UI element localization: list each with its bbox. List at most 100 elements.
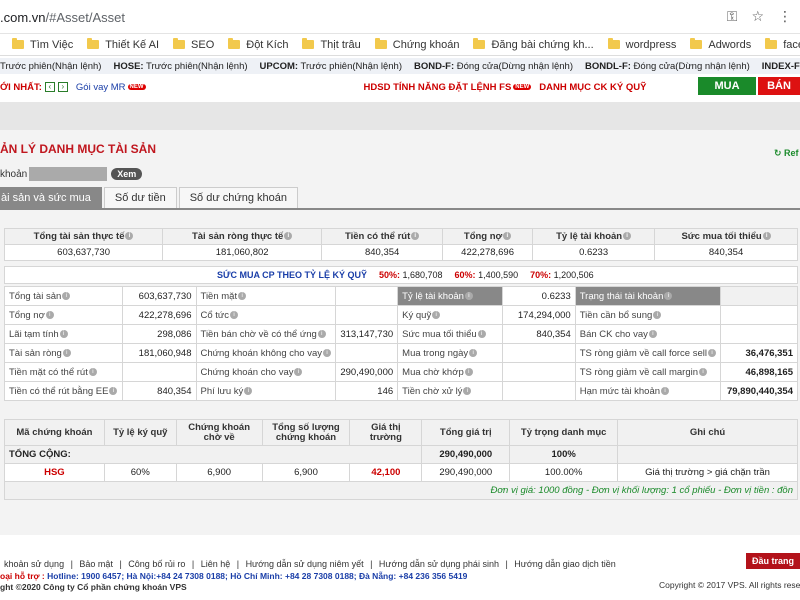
info-icon[interactable]: i <box>45 310 54 319</box>
detail-value: 840,354 <box>121 381 197 401</box>
summary-value: 840,354 <box>654 244 798 261</box>
bookmark-item[interactable]: Thịt trâu <box>302 38 361 51</box>
bookmark-label: Chứng khoán <box>392 38 460 51</box>
info-icon[interactable]: i <box>699 367 708 376</box>
info-icon[interactable]: i <box>648 329 657 338</box>
info-icon[interactable]: i <box>432 310 441 319</box>
summary-header: Tổng nợ i <box>442 228 534 245</box>
tab-assets-buying-power[interactable]: ài sản và sức mua <box>0 187 102 208</box>
footer-link[interactable]: Hướng dẫn sử dụng niêm yết <box>246 559 364 569</box>
holding-row[interactable]: HSG 60% 6,900 6,900 42,100 290,490,000 100.00%… <box>4 463 798 482</box>
url-path: /#Asset/Asset <box>45 10 125 25</box>
footer-link[interactable]: Hướng dẫn sử dụng phái sinh <box>379 559 499 569</box>
info-icon[interactable]: i <box>464 367 473 376</box>
bookmark-item[interactable]: Đột Kích <box>228 38 288 51</box>
bookmark-item[interactable]: Đăng bài chứng kh... <box>473 38 594 51</box>
detail-label-text: Tỷ lệ tài khoản <box>402 290 464 302</box>
margin-buying-power-row: SỨC MUA CP THEO TỶ LỆ KÝ QUỸ 50%: 1,680,… <box>4 266 798 284</box>
star-icon[interactable]: ☆ <box>751 8 764 25</box>
tab-securities-balance[interactable]: Số dư chứng khoán <box>178 187 298 208</box>
footer-link[interactable]: Liên hệ <box>201 559 231 569</box>
detail-label: Tỷ lệ tài khoản i <box>397 286 504 306</box>
margin-list-link[interactable]: DANH MỤC CK KÝ QUỸ <box>539 82 646 93</box>
hotline-label: oại hỗ trợ : <box>0 571 45 581</box>
ticker-status: Đóng cửa(Dừng nhận lệnh) <box>456 60 573 72</box>
folder-icon <box>473 38 486 49</box>
info-icon[interactable]: i <box>62 348 71 357</box>
details-row: Lãi tạm tính i 298,086 Tiền bán chờ về có t… <box>4 324 799 344</box>
info-icon[interactable]: i <box>707 348 716 357</box>
bookmark-label: facebook <box>783 38 800 51</box>
info-icon[interactable]: i <box>664 291 673 300</box>
bookmark-item[interactable]: Chứng khoán <box>374 38 460 51</box>
info-icon[interactable]: i <box>623 232 632 241</box>
key-icon[interactable]: ⚿ <box>727 8 738 25</box>
bookmark-label: Adwords <box>708 38 752 51</box>
bookmarks-bar: Tìm Việc Thiết Kế AI SEO Đột Kích Thịt trâu C… <box>0 34 800 56</box>
info-icon[interactable]: i <box>62 291 71 300</box>
footer-link[interactable]: khoản sử dụng <box>4 559 64 569</box>
detail-label-text: Bán CK cho vay <box>579 328 648 340</box>
footer-link[interactable]: Bảo mật <box>79 559 113 569</box>
footer-link[interactable]: Công bố rủi ro <box>128 559 185 569</box>
margin-item: 70%: 1,200,506 <box>530 270 594 280</box>
folder-icon <box>87 38 100 49</box>
info-icon[interactable]: i <box>244 386 253 395</box>
detail-label-text: Mua trong ngày <box>402 347 469 359</box>
footer-separator: | <box>502 559 511 569</box>
info-icon[interactable]: i <box>317 329 326 338</box>
info-icon[interactable]: i <box>284 232 293 241</box>
ticker-exchange: BONDL-F: <box>585 60 631 72</box>
fs-order-guide-link[interactable]: HDSD TÍNH NĂNG ĐẶT LỆNH FS <box>364 82 512 93</box>
info-icon[interactable]: i <box>653 310 662 319</box>
footer-link[interactable]: Hướng dẫn giao dịch tiền <box>514 559 616 569</box>
detail-value <box>502 343 576 363</box>
info-icon[interactable]: i <box>503 232 512 241</box>
view-button[interactable]: Xem <box>111 168 143 180</box>
details-row: Tổng nợ i 422,278,696 Cổ tức i Ký quỹ i 174,294… <box>4 305 799 325</box>
info-icon[interactable]: i <box>238 291 247 300</box>
ticker-item: INDEX-F: Đóng cửa(Dừng nhận lệnh) <box>762 61 800 72</box>
detail-label: TS ròng giảm về call force sell i <box>574 343 721 363</box>
info-icon[interactable]: i <box>323 348 331 357</box>
menu-icon[interactable]: ⋮ <box>778 8 792 25</box>
detail-value: 79,890,440,354 <box>719 381 799 401</box>
prev-arrow-icon[interactable]: ‹ <box>44 82 55 92</box>
info-icon[interactable]: i <box>463 386 472 395</box>
back-to-top-button[interactable]: Đầu trang <box>746 553 800 569</box>
bookmark-item[interactable]: Thiết Kế AI <box>87 38 160 51</box>
sell-button[interactable]: BÁN <box>758 77 800 95</box>
info-icon[interactable]: i <box>464 291 473 300</box>
bookmark-item[interactable]: SEO <box>173 38 214 51</box>
refresh-link[interactable]: ↻ Ref <box>774 148 799 159</box>
summary-header-label: Sức mua tối thiểu <box>681 231 762 242</box>
bookmark-item[interactable]: Adwords <box>690 38 752 51</box>
detail-label-text: Tổng nợ <box>9 309 45 321</box>
summary-value: 0.6233 <box>532 244 656 261</box>
info-icon[interactable]: i <box>294 367 303 376</box>
bookmark-item[interactable]: wordpress <box>607 38 676 51</box>
bookmark-item[interactable]: facebook <box>765 38 800 51</box>
address-bar[interactable]: .com.vn/#Asset/Asset <box>0 10 125 25</box>
info-icon[interactable]: i <box>109 386 118 395</box>
buy-button[interactable]: MUA <box>698 77 756 95</box>
info-icon[interactable]: i <box>230 310 239 319</box>
ticker-exchange: UPCOM: <box>259 60 299 72</box>
loan-mr-link[interactable]: Gói vay MR <box>76 82 126 93</box>
info-icon[interactable]: i <box>762 232 771 241</box>
tab-cash-balance[interactable]: Số dư tiền <box>103 187 177 208</box>
ticker-status: Trước phiên(Nhận lệnh) <box>300 60 403 72</box>
info-icon[interactable]: i <box>661 386 670 395</box>
info-icon[interactable]: i <box>469 348 478 357</box>
detail-label-text: Tiền cần bổ sung <box>579 309 653 321</box>
info-icon[interactable]: i <box>125 232 134 241</box>
detail-label: Tiền cần bổ sung i <box>574 305 721 325</box>
info-icon[interactable]: i <box>59 329 68 338</box>
info-icon[interactable]: i <box>88 367 97 376</box>
detail-value <box>335 343 399 363</box>
next-arrow-icon[interactable]: › <box>57 82 68 92</box>
bookmark-item[interactable]: Tìm Việc <box>12 38 73 51</box>
info-icon[interactable]: i <box>477 329 486 338</box>
bookmark-label: Thiết Kế AI <box>105 38 160 51</box>
info-icon[interactable]: i <box>411 232 420 241</box>
